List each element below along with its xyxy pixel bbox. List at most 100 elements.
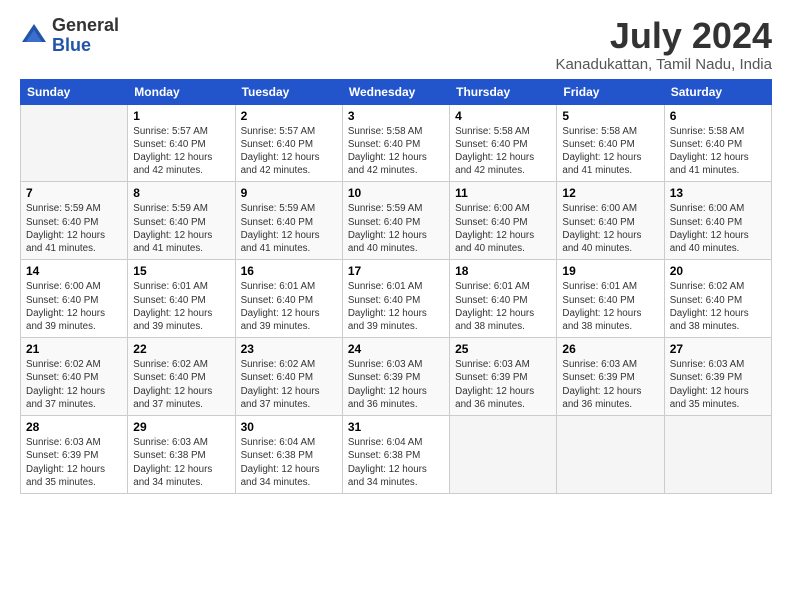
week-row-3: 21 Sunrise: 6:02 AM Sunset: 6:40 PM Dayli… — [21, 338, 772, 416]
title-block: July 2024 Kanadukattan, Tamil Nadu, Indi… — [555, 16, 772, 73]
day-number: 8 — [133, 186, 229, 200]
day-number: 4 — [455, 109, 551, 123]
calendar-cell — [557, 416, 664, 494]
day-info: Sunrise: 6:03 AM Sunset: 6:39 PM Dayligh… — [348, 358, 444, 411]
header-saturday: Saturday — [664, 79, 771, 104]
header-wednesday: Wednesday — [342, 79, 449, 104]
day-number: 11 — [455, 186, 551, 200]
calendar-cell: 1 Sunrise: 5:57 AM Sunset: 6:40 PM Daylig… — [128, 104, 235, 182]
calendar-cell: 6Sunrise: 5:58 AM Sunset: 6:40 PM Daylig… — [664, 104, 771, 182]
day-number: 13 — [670, 186, 766, 200]
header-thursday: Thursday — [450, 79, 557, 104]
day-info: Sunrise: 5:59 AM Sunset: 6:40 PM Dayligh… — [241, 202, 337, 255]
day-info: Sunrise: 5:59 AM Sunset: 6:40 PM Dayligh… — [348, 202, 444, 255]
day-info: Sunrise: 6:01 AM Sunset: 6:40 PM Dayligh… — [348, 280, 444, 333]
day-number: 21 — [26, 342, 122, 356]
calendar-cell: 3Sunrise: 5:58 AM Sunset: 6:40 PM Daylig… — [342, 104, 449, 182]
day-info: Sunrise: 6:04 AM Sunset: 6:38 PM Dayligh… — [241, 436, 337, 489]
calendar-cell: 23 Sunrise: 6:02 AM Sunset: 6:40 PM Dayli… — [235, 338, 342, 416]
day-info: Sunrise: 5:59 AM Sunset: 6:40 PM Dayligh… — [26, 202, 122, 255]
logo-blue: Blue — [52, 36, 119, 56]
calendar-cell: 29Sunrise: 6:03 AM Sunset: 6:38 PM Dayli… — [128, 416, 235, 494]
day-info: Sunrise: 5:59 AM Sunset: 6:40 PM Dayligh… — [133, 202, 229, 255]
day-number: 1 — [133, 109, 229, 123]
day-number: 19 — [562, 264, 658, 278]
day-number: 24 — [348, 342, 444, 356]
calendar-cell: 13 Sunrise: 6:00 AM Sunset: 6:40 PM Dayli… — [664, 182, 771, 260]
day-number: 28 — [26, 420, 122, 434]
day-info: Sunrise: 6:01 AM Sunset: 6:40 PM Dayligh… — [455, 280, 551, 333]
calendar-cell: 26Sunrise: 6:03 AM Sunset: 6:39 PM Dayli… — [557, 338, 664, 416]
day-number: 23 — [241, 342, 337, 356]
day-info: Sunrise: 6:00 AM Sunset: 6:40 PM Dayligh… — [26, 280, 122, 333]
week-row-2: 14 Sunrise: 6:00 AM Sunset: 6:40 PM Dayli… — [21, 260, 772, 338]
header-friday: Friday — [557, 79, 664, 104]
day-number: 26 — [562, 342, 658, 356]
calendar-cell: 8 Sunrise: 5:59 AM Sunset: 6:40 PM Daylig… — [128, 182, 235, 260]
day-info: Sunrise: 6:01 AM Sunset: 6:40 PM Dayligh… — [562, 280, 658, 333]
calendar-cell: 25Sunrise: 6:03 AM Sunset: 6:39 PM Dayli… — [450, 338, 557, 416]
calendar-cell: 21 Sunrise: 6:02 AM Sunset: 6:40 PM Dayli… — [21, 338, 128, 416]
logo-text: General Blue — [52, 16, 119, 56]
day-number: 18 — [455, 264, 551, 278]
header-tuesday: Tuesday — [235, 79, 342, 104]
calendar-cell — [450, 416, 557, 494]
subtitle: Kanadukattan, Tamil Nadu, India — [555, 56, 772, 73]
day-info: Sunrise: 6:02 AM Sunset: 6:40 PM Dayligh… — [26, 358, 122, 411]
calendar-table: SundayMondayTuesdayWednesdayThursdayFrid… — [20, 79, 772, 494]
day-info: Sunrise: 6:00 AM Sunset: 6:40 PM Dayligh… — [562, 202, 658, 255]
day-info: Sunrise: 6:02 AM Sunset: 6:40 PM Dayligh… — [241, 358, 337, 411]
calendar-cell: 15Sunrise: 6:01 AM Sunset: 6:40 PM Dayli… — [128, 260, 235, 338]
header-sunday: Sunday — [21, 79, 128, 104]
main-title: July 2024 — [555, 16, 772, 56]
day-number: 2 — [241, 109, 337, 123]
calendar-cell: 20 Sunrise: 6:02 AM Sunset: 6:40 PM Dayli… — [664, 260, 771, 338]
header: General Blue July 2024 Kanadukattan, Tam… — [20, 16, 772, 73]
calendar-cell: 4Sunrise: 5:58 AM Sunset: 6:40 PM Daylig… — [450, 104, 557, 182]
day-number: 31 — [348, 420, 444, 434]
day-info: Sunrise: 5:57 AM Sunset: 6:40 PM Dayligh… — [241, 125, 337, 178]
day-info: Sunrise: 6:03 AM Sunset: 6:38 PM Dayligh… — [133, 436, 229, 489]
day-info: Sunrise: 6:02 AM Sunset: 6:40 PM Dayligh… — [133, 358, 229, 411]
calendar-cell: 31 Sunrise: 6:04 AM Sunset: 6:38 PM Dayli… — [342, 416, 449, 494]
calendar-cell: 22Sunrise: 6:02 AM Sunset: 6:40 PM Dayli… — [128, 338, 235, 416]
day-info: Sunrise: 6:01 AM Sunset: 6:40 PM Dayligh… — [241, 280, 337, 333]
day-number: 20 — [670, 264, 766, 278]
day-number: 9 — [241, 186, 337, 200]
day-number: 7 — [26, 186, 122, 200]
day-info: Sunrise: 6:03 AM Sunset: 6:39 PM Dayligh… — [26, 436, 122, 489]
header-row: SundayMondayTuesdayWednesdayThursdayFrid… — [21, 79, 772, 104]
calendar-cell: 28 Sunrise: 6:03 AM Sunset: 6:39 PM Dayli… — [21, 416, 128, 494]
day-number: 6 — [670, 109, 766, 123]
day-number: 16 — [241, 264, 337, 278]
calendar-cell: 16 Sunrise: 6:01 AM Sunset: 6:40 PM Dayli… — [235, 260, 342, 338]
day-info: Sunrise: 6:02 AM Sunset: 6:40 PM Dayligh… — [670, 280, 766, 333]
day-number: 14 — [26, 264, 122, 278]
calendar-cell: 17Sunrise: 6:01 AM Sunset: 6:40 PM Dayli… — [342, 260, 449, 338]
header-monday: Monday — [128, 79, 235, 104]
calendar-cell: 19 Sunrise: 6:01 AM Sunset: 6:40 PM Dayli… — [557, 260, 664, 338]
day-info: Sunrise: 6:04 AM Sunset: 6:38 PM Dayligh… — [348, 436, 444, 489]
week-row-0: 1 Sunrise: 5:57 AM Sunset: 6:40 PM Daylig… — [21, 104, 772, 182]
calendar-cell: 5 Sunrise: 5:58 AM Sunset: 6:40 PM Daylig… — [557, 104, 664, 182]
calendar-cell: 2 Sunrise: 5:57 AM Sunset: 6:40 PM Daylig… — [235, 104, 342, 182]
day-number: 25 — [455, 342, 551, 356]
day-number: 5 — [562, 109, 658, 123]
calendar-cell: 27Sunrise: 6:03 AM Sunset: 6:39 PM Dayli… — [664, 338, 771, 416]
day-info: Sunrise: 6:00 AM Sunset: 6:40 PM Dayligh… — [455, 202, 551, 255]
logo-general: General — [52, 16, 119, 36]
calendar-header: SundayMondayTuesdayWednesdayThursdayFrid… — [21, 79, 772, 104]
calendar-cell: 11 Sunrise: 6:00 AM Sunset: 6:40 PM Dayli… — [450, 182, 557, 260]
day-info: Sunrise: 5:58 AM Sunset: 6:40 PM Dayligh… — [562, 125, 658, 178]
calendar-cell: 24 Sunrise: 6:03 AM Sunset: 6:39 PM Dayli… — [342, 338, 449, 416]
calendar-cell: 7 Sunrise: 5:59 AM Sunset: 6:40 PM Daylig… — [21, 182, 128, 260]
calendar-cell: 18 Sunrise: 6:01 AM Sunset: 6:40 PM Dayli… — [450, 260, 557, 338]
day-info: Sunrise: 5:57 AM Sunset: 6:40 PM Dayligh… — [133, 125, 229, 178]
calendar-cell: 9 Sunrise: 5:59 AM Sunset: 6:40 PM Daylig… — [235, 182, 342, 260]
day-info: Sunrise: 6:00 AM Sunset: 6:40 PM Dayligh… — [670, 202, 766, 255]
calendar-body: 1 Sunrise: 5:57 AM Sunset: 6:40 PM Daylig… — [21, 104, 772, 493]
calendar-cell — [21, 104, 128, 182]
day-number: 10 — [348, 186, 444, 200]
day-info: Sunrise: 5:58 AM Sunset: 6:40 PM Dayligh… — [348, 125, 444, 178]
week-row-4: 28 Sunrise: 6:03 AM Sunset: 6:39 PM Dayli… — [21, 416, 772, 494]
